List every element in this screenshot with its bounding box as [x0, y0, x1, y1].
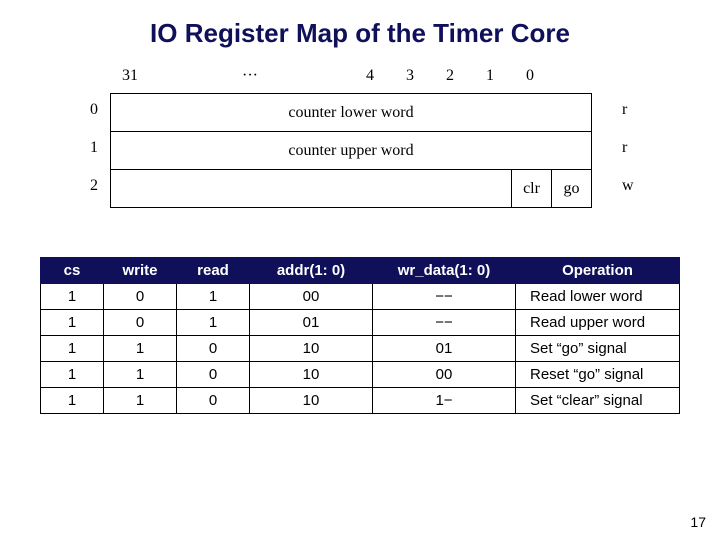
cell-wrdata: −− [373, 310, 516, 336]
page-title: IO Register Map of the Timer Core [0, 0, 720, 57]
register-cell-label: counter upper word [288, 142, 413, 160]
cell-read: 0 [177, 362, 250, 388]
register-cell-label: go [564, 180, 580, 198]
cell-wrdata: −− [373, 284, 516, 310]
register-cell-label: counter lower word [288, 104, 413, 122]
row-index: 0 [78, 101, 98, 119]
cell-wrdata: 01 [373, 336, 516, 362]
col-header-cs: cs [41, 258, 104, 284]
table-row: 1 0 1 01 −− Read upper word [41, 310, 680, 336]
bit-index-labels: 31 ··· 4 3 2 1 0 [110, 67, 590, 85]
col-header-write: write [104, 258, 177, 284]
table-row: 1 1 0 10 00 Reset “go” signal [41, 362, 680, 388]
register-cell-go: go [551, 170, 591, 207]
bit-label: 31 [110, 67, 150, 85]
operation-table: cs write read addr(1: 0) wr_data(1: 0) O… [40, 257, 680, 414]
cell-wrdata: 1− [373, 388, 516, 414]
page-number: 17 [690, 514, 706, 530]
cell-addr: 10 [250, 362, 373, 388]
cell-cs: 1 [41, 310, 104, 336]
register-diagram: 31 ··· 4 3 2 1 0 counter lower word coun… [70, 67, 650, 227]
table-body: 1 0 1 00 −− Read lower word 1 0 1 01 −− … [41, 284, 680, 414]
table-row: 1 1 0 10 01 Set “go” signal [41, 336, 680, 362]
bit-label: 4 [350, 67, 390, 85]
row-rw: r [622, 101, 642, 119]
cell-write: 1 [104, 362, 177, 388]
row-rw: w [622, 177, 642, 195]
cell-addr: 00 [250, 284, 373, 310]
cell-op: Read lower word [516, 284, 680, 310]
bit-label: 2 [430, 67, 470, 85]
bit-label: 1 [470, 67, 510, 85]
table-row: 1 1 0 10 1− Set “clear” signal [41, 388, 680, 414]
register-row-1: counter upper word [111, 132, 591, 170]
cell-cs: 1 [41, 336, 104, 362]
cell-addr: 01 [250, 310, 373, 336]
cell-read: 0 [177, 336, 250, 362]
cell-op: Read upper word [516, 310, 680, 336]
cell-write: 0 [104, 284, 177, 310]
cell-cs: 1 [41, 284, 104, 310]
register-row-0: counter lower word [111, 94, 591, 132]
table-header-row: cs write read addr(1: 0) wr_data(1: 0) O… [41, 258, 680, 284]
cell-cs: 1 [41, 362, 104, 388]
cell-read: 1 [177, 310, 250, 336]
bit-label: 0 [510, 67, 550, 85]
register-cell-label: clr [523, 180, 540, 198]
cell-op: Reset “go” signal [516, 362, 680, 388]
col-header-read: read [177, 258, 250, 284]
col-header-op: Operation [516, 258, 680, 284]
row-index: 1 [78, 139, 98, 157]
bit-label: 3 [390, 67, 430, 85]
cell-wrdata: 00 [373, 362, 516, 388]
cell-op: Set “clear” signal [516, 388, 680, 414]
row-rw: r [622, 139, 642, 157]
cell-write: 1 [104, 336, 177, 362]
col-header-wrdata: wr_data(1: 0) [373, 258, 516, 284]
cell-addr: 10 [250, 388, 373, 414]
cell-cs: 1 [41, 388, 104, 414]
cell-write: 0 [104, 310, 177, 336]
table-row: 1 0 1 00 −− Read lower word [41, 284, 680, 310]
register-frame: counter lower word counter upper word cl… [110, 93, 592, 208]
cell-addr: 10 [250, 336, 373, 362]
cell-op: Set “go” signal [516, 336, 680, 362]
row-index: 2 [78, 177, 98, 195]
register-cell-clr: clr [511, 170, 551, 207]
cell-read: 0 [177, 388, 250, 414]
cell-read: 1 [177, 284, 250, 310]
cell-write: 1 [104, 388, 177, 414]
register-row-2: clr go [111, 170, 591, 208]
bit-label-ellipsis: ··· [150, 67, 350, 85]
col-header-addr: addr(1: 0) [250, 258, 373, 284]
